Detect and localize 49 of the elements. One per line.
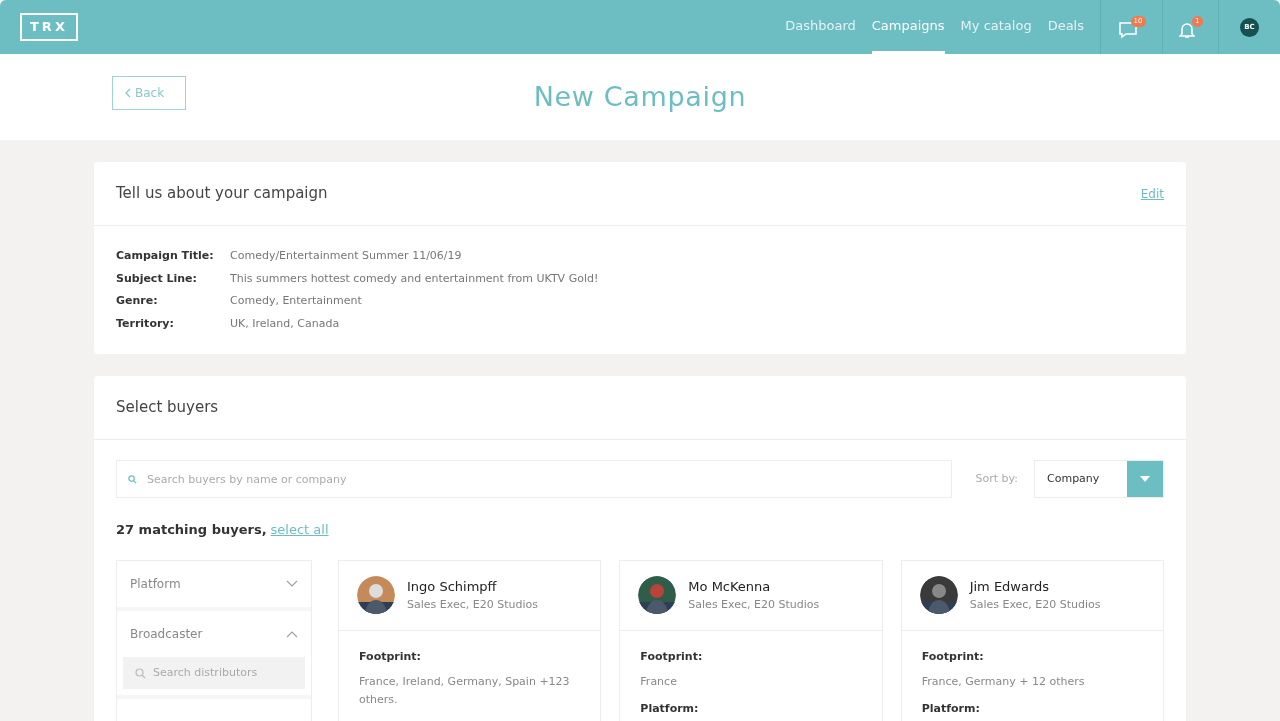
field-label: Genre: (116, 293, 159, 309)
buyer-role: Sales Exec, E20 Studios (969, 596, 1101, 613)
footprint-value: France, Ireland, Germany, Spain +123 others. (359, 674, 571, 708)
section-title: Tell us about your campaign (116, 183, 328, 205)
field-label: Subject Line: (116, 270, 198, 287)
filter-header[interactable]: Broadcaster (117, 610, 311, 657)
buyer-name: Ingo Schimpff (407, 578, 498, 596)
nav-tab[interactable]: Deals (1047, 0, 1084, 54)
logo[interactable]: TRX (20, 13, 78, 41)
caret-down-icon (1140, 476, 1150, 482)
chevron-left-icon (125, 88, 131, 98)
filter-header[interactable]: Platform (117, 560, 311, 607)
footprint-label: Footprint: (640, 648, 704, 665)
match-count: 27 matching buyers, (116, 521, 267, 539)
footprint-label: Footprint: (921, 648, 985, 665)
field-value: UK, Ireland, Canada (230, 315, 341, 332)
buyer-role: Sales Exec, E20 Studios (407, 596, 538, 613)
chevron-down-icon (286, 579, 298, 588)
field-label: Territory: (116, 315, 175, 332)
buyer-name: Mo McKenna (688, 578, 772, 596)
search-field[interactable]: Search buyers by name or company (116, 460, 952, 498)
buyer-card[interactable]: Ingo Schimpff Sales Exec, E20 Studios Footprint: France, Ireland, Germany, Spain +123 others. (338, 559, 602, 721)
buyer-card[interactable]: Mo McKenna Sales Exec, E20 Studios Footprint: France Platform: (619, 559, 883, 721)
field-value: Comedy, Entertainment (230, 293, 363, 309)
buyer-card[interactable]: Jim Edwards Sales Exec, E20 Studios Footprint: France, Germany + 12 others Platform: (900, 559, 1164, 721)
buyer-name: Jim Edwards (969, 578, 1051, 596)
field-label: Campaign Title: (116, 248, 215, 264)
sort-dropdown[interactable]: Company (1034, 460, 1164, 498)
back-button[interactable]: Back (112, 76, 186, 110)
footprint-value: France, Germany + 12 others (921, 674, 1086, 690)
search-icon (135, 667, 146, 679)
platform-label: Platform: (640, 701, 700, 717)
chevron-up-icon (286, 629, 298, 638)
bell-icon (1178, 20, 1195, 39)
platform-label: Platform: (921, 701, 981, 717)
footprint-label: Footprint: (359, 648, 422, 665)
section-title: Select buyers (116, 397, 219, 419)
edit-link[interactable]: Edit (1140, 184, 1164, 203)
nav-tab[interactable]: Dashboard (785, 0, 856, 54)
sort-label: Sort by: (975, 470, 1018, 487)
page-title: New Campaign (533, 79, 747, 114)
buyer-role: Sales Exec, E20 Studios (688, 596, 820, 613)
footprint-value: France (640, 674, 678, 690)
field-value: This summers hottest comedy and entertainment from UKTV Gold! (230, 270, 600, 287)
filter-search-field[interactable]: Search distributors (123, 656, 305, 689)
search-icon (128, 475, 137, 484)
select-all-link[interactable]: select all (270, 520, 329, 540)
field-value: Comedy/Entertainment Summer 11/06/19 (230, 248, 463, 264)
nav-tab[interactable]: My catalog (960, 0, 1032, 54)
